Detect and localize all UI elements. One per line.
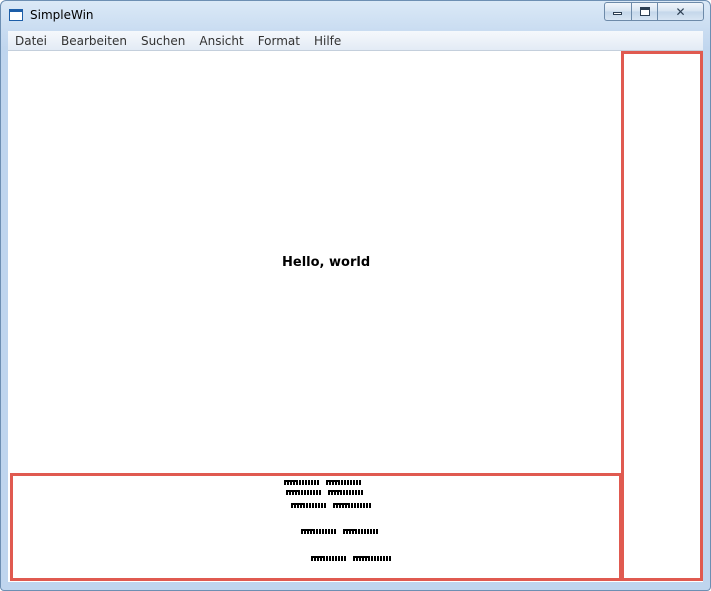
menu-ansicht[interactable]: Ansicht (192, 34, 250, 48)
client-area[interactable]: Hello, world (8, 51, 703, 582)
garbled-glyphs (353, 556, 391, 561)
caption-buttons: ✕ (604, 2, 704, 21)
garbled-glyphs (301, 529, 337, 534)
garbled-text-row (301, 529, 379, 534)
garbled-text-row (291, 503, 371, 508)
minimize-button[interactable] (604, 2, 631, 21)
close-button[interactable]: ✕ (657, 2, 704, 21)
main-text: Hello, world (282, 255, 371, 270)
garbled-glyphs (326, 480, 362, 485)
menu-format[interactable]: Format (251, 34, 307, 48)
menu-bearbeiten[interactable]: Bearbeiten (54, 34, 134, 48)
menu-datei[interactable]: Datei (8, 34, 54, 48)
garbled-glyphs (343, 529, 379, 534)
right-pane[interactable] (621, 51, 703, 581)
garbled-glyphs (286, 490, 322, 495)
minimize-icon (613, 12, 622, 15)
window-icon (9, 9, 23, 21)
window-title: SimpleWin (30, 8, 94, 22)
bottom-pane[interactable] (10, 473, 622, 581)
close-icon: ✕ (675, 4, 686, 19)
garbled-glyphs (333, 503, 371, 508)
garbled-glyphs (328, 490, 364, 495)
maximize-button[interactable] (631, 2, 657, 21)
garbled-text-row (286, 490, 364, 495)
menu-suchen[interactable]: Suchen (134, 34, 192, 48)
maximize-icon (640, 7, 650, 16)
garbled-text-row (311, 556, 391, 561)
title-bar[interactable]: SimpleWin ✕ (1, 1, 710, 31)
garbled-glyphs (291, 503, 327, 508)
menu-bar: Datei Bearbeiten Suchen Ansicht Format H… (8, 31, 703, 51)
menu-hilfe[interactable]: Hilfe (307, 34, 348, 48)
app-window: SimpleWin ✕ Datei Bearbeiten Suchen Ansi… (0, 0, 711, 591)
garbled-glyphs (284, 480, 320, 485)
garbled-text-row (284, 480, 362, 485)
garbled-glyphs (311, 556, 347, 561)
